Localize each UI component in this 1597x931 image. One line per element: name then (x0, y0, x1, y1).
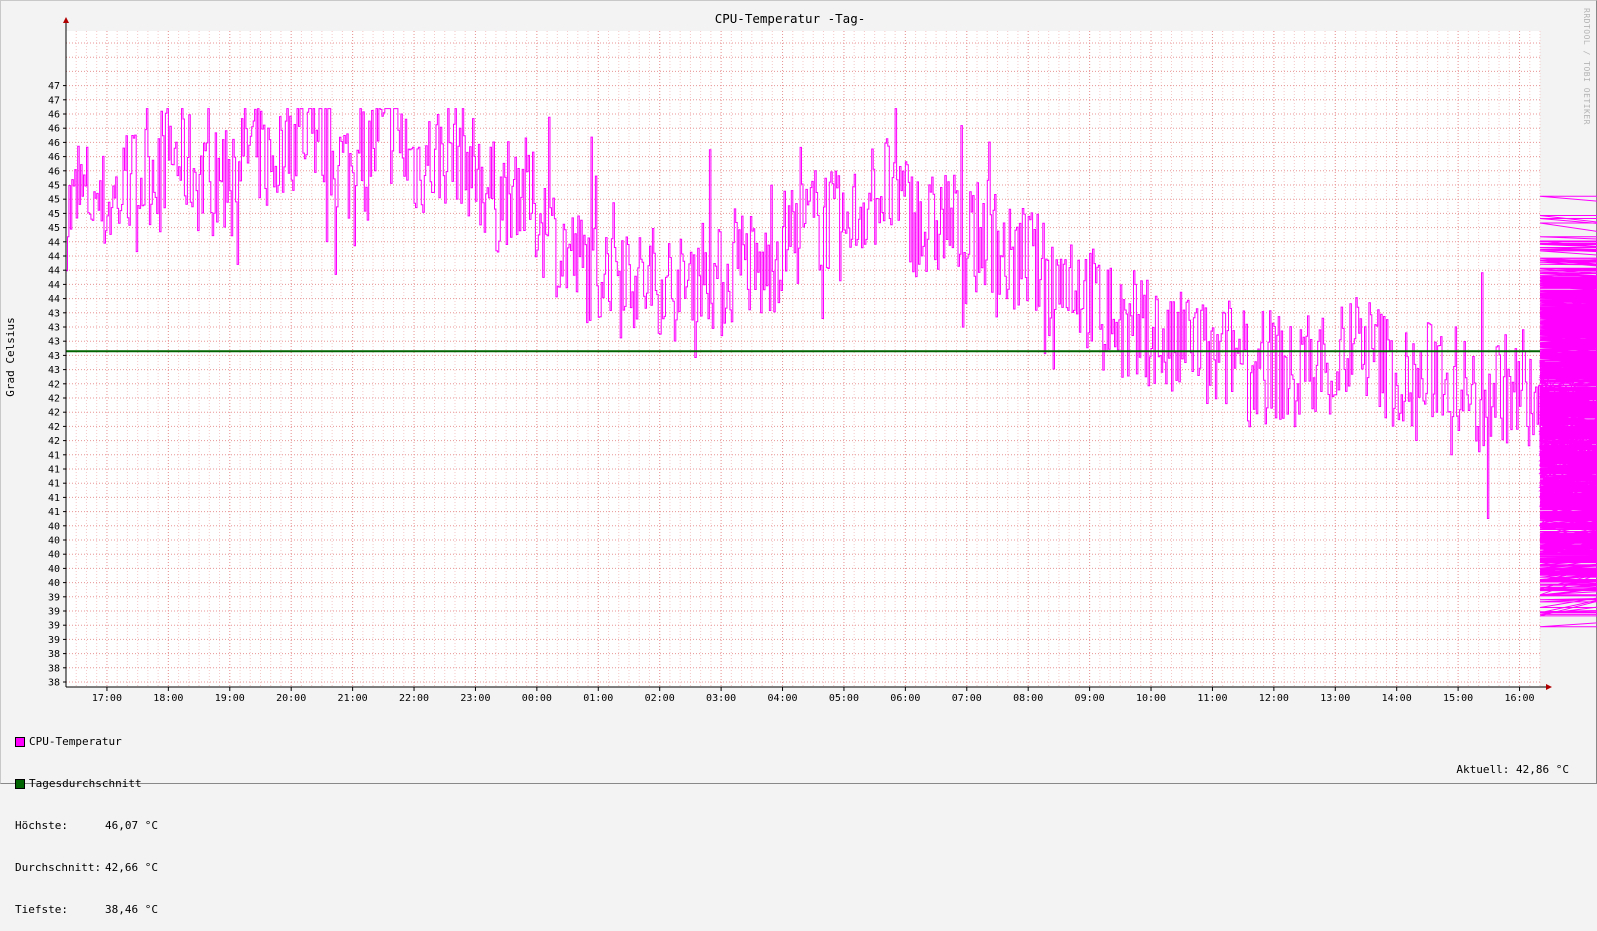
y-tick-label: 44 (48, 237, 60, 248)
y-tick-label: 46 (48, 166, 60, 177)
x-tick-label: 14:00 (1382, 693, 1412, 704)
y-axis-ticks: 38 38 38 39 39 39 39 40 40 40 40 40 41 41 41 41 41 42 42 42… (48, 81, 66, 689)
y-tick-label: 41 (48, 493, 60, 504)
x-tick-label: 20:00 (276, 693, 306, 704)
y-tick-label: 45 (48, 195, 60, 206)
x-tick-label: 02:00 (645, 693, 675, 704)
y-tick-label: 45 (48, 181, 60, 192)
y-tick-label: 46 (48, 138, 60, 149)
y-tick-label: 44 (48, 294, 60, 305)
chart: 38 38 38 39 39 39 39 40 40 40 40 40 41 41 41 41 41 42 42 42… (4, 8, 1597, 704)
y-tick-label: 41 (48, 479, 60, 490)
y-tick-label: 40 (48, 578, 60, 589)
x-tick-label: 05:00 (829, 693, 859, 704)
y-tick-label: 45 (48, 223, 60, 234)
y-tick-label: 43 (48, 365, 60, 376)
x-tick-label: 17:00 (92, 693, 122, 704)
y-tick-label: 43 (48, 337, 60, 348)
x-tick-label: 21:00 (338, 693, 368, 704)
y-tick-label: 47 (48, 95, 60, 106)
legend-item-series: CPU-Temperatur (15, 735, 158, 749)
y-tick-label: 41 (48, 465, 60, 476)
legend-item-average: Tagesdurchschnitt (15, 777, 158, 791)
stat-max: Höchste: 46,07 °C (15, 819, 158, 833)
stat-max-label: Höchste: (15, 819, 68, 832)
y-tick-label: 42 (48, 436, 60, 447)
x-tick-label: 07:00 (952, 693, 982, 704)
watermark-text: RRDTOOL / TOBI OETIKER (1582, 8, 1591, 125)
y-tick-label: 39 (48, 635, 60, 646)
legend-average-label: Tagesdurchschnitt (29, 777, 142, 790)
average-swatch-icon (15, 779, 25, 789)
y-tick-label: 39 (48, 592, 60, 603)
stat-avg-label: Durchschnitt: (15, 861, 102, 874)
x-tick-label: 10:00 (1136, 693, 1166, 704)
current-value: Aktuell: 42,86 °C (1456, 763, 1569, 776)
x-tick-label: 01:00 (583, 693, 613, 704)
stat-avg: Durchschnitt: 42,66 °C (15, 861, 158, 875)
x-tick-label: 11:00 (1197, 693, 1227, 704)
x-tick-label: 23:00 (460, 693, 490, 704)
x-tick-label: 08:00 (1013, 693, 1043, 704)
y-tick-label: 47 (48, 81, 60, 92)
y-tick-label: 42 (48, 422, 60, 433)
chart-title: CPU-Temperatur -Tag- (715, 11, 866, 26)
y-tick-label: 44 (48, 252, 60, 263)
y-tick-label: 45 (48, 209, 60, 220)
x-tick-label: 22:00 (399, 693, 429, 704)
stat-min: Tiefste: 38,46 °C (15, 903, 158, 917)
x-tick-label: 03:00 (706, 693, 736, 704)
y-tick-label: 46 (48, 110, 60, 121)
y-tick-label: 43 (48, 308, 60, 319)
y-tick-label: 40 (48, 564, 60, 575)
y-tick-label: 44 (48, 280, 60, 291)
y-tick-label: 42 (48, 379, 60, 390)
y-tick-label: 41 (48, 507, 60, 518)
y-tick-label: 40 (48, 550, 60, 561)
y-tick-label: 38 (48, 663, 60, 674)
series-swatch-icon (15, 737, 25, 747)
x-tick-label: 06:00 (890, 693, 920, 704)
x-tick-label: 16:00 (1504, 693, 1534, 704)
legend-series-label: CPU-Temperatur (29, 735, 122, 748)
y-tick-label: 42 (48, 394, 60, 405)
x-tick-label: 04:00 (767, 693, 797, 704)
y-tick-label: 40 (48, 536, 60, 547)
x-tick-label: 19:00 (215, 693, 245, 704)
x-tick-label: 13:00 (1320, 693, 1350, 704)
y-tick-label: 40 (48, 521, 60, 532)
x-tick-label: 18:00 (153, 693, 183, 704)
x-tick-label: 12:00 (1259, 693, 1289, 704)
stat-min-value: 38,46 °C (105, 903, 158, 916)
y-tick-label: 39 (48, 607, 60, 618)
stat-avg-value: 42,66 °C (105, 861, 158, 874)
y-tick-label: 42 (48, 408, 60, 419)
x-tick-label: 09:00 (1075, 693, 1105, 704)
x-tick-label: 15:00 (1443, 693, 1473, 704)
y-tick-label: 43 (48, 323, 60, 334)
stat-min-label: Tiefste: (15, 903, 68, 916)
x-tick-label: 00:00 (522, 693, 552, 704)
y-axis-label: Grad Celsius (4, 317, 17, 396)
y-tick-label: 38 (48, 649, 60, 660)
y-tick-label: 46 (48, 152, 60, 163)
y-tick-label: 46 (48, 124, 60, 135)
stat-max-value: 46,07 °C (105, 819, 158, 832)
y-tick-label: 43 (48, 351, 60, 362)
legend: CPU-Temperatur Tagesdurchschnitt Höchste… (15, 707, 158, 931)
y-tick-label: 38 (48, 678, 60, 689)
y-tick-label: 44 (48, 266, 60, 277)
plot-area (66, 31, 1540, 687)
y-tick-label: 41 (48, 450, 60, 461)
y-tick-label: 39 (48, 621, 60, 632)
y-axis-arrow-icon (63, 17, 69, 23)
x-axis-arrow-icon (1546, 684, 1552, 690)
